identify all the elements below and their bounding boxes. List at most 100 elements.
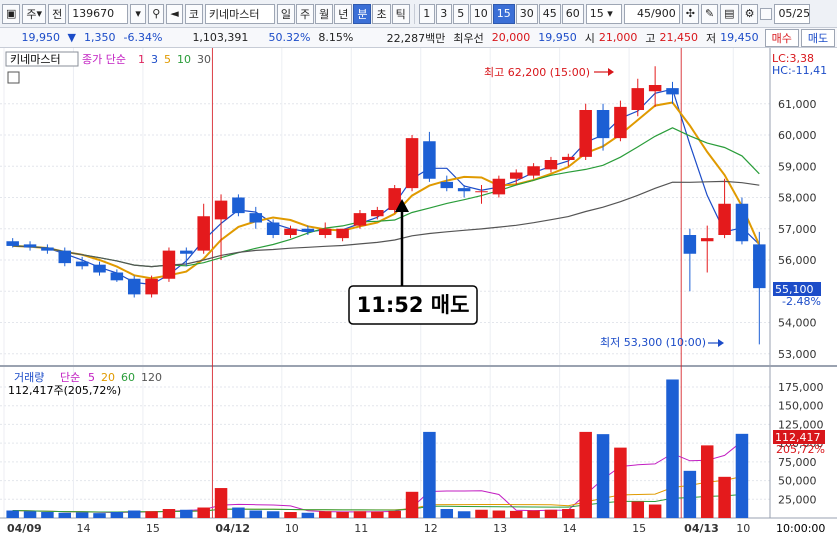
draw-icon[interactable]: ✎ xyxy=(700,3,719,24)
candle-body xyxy=(405,138,419,189)
interval-tab-15[interactable]: 15 xyxy=(492,3,515,24)
hc-label: HC:-11,41 xyxy=(772,64,827,77)
interval-tab-10[interactable]: 10 xyxy=(469,3,492,24)
bid-price: 19,950 xyxy=(538,31,577,44)
candle-body xyxy=(700,238,714,242)
volume-tick-label: 125,000 xyxy=(778,418,824,431)
high-price: 21,450 xyxy=(659,31,699,44)
interval-tabs: 1 3 5 10 15 30 45 60 xyxy=(418,3,584,24)
period-tab-6[interactable]: 틱 xyxy=(391,3,410,24)
interval-tab-30[interactable]: 30 xyxy=(515,3,538,24)
toolbar: ▣ 주 ▾ 전 139670 ▾ ⚲ ◄ 코 키네마스터 일주월년분초틱 1351… xyxy=(0,0,837,28)
price-tick-label: 59,000 xyxy=(778,160,817,173)
volume-tick-label: 25,000 xyxy=(778,493,817,506)
search-icon[interactable]: ⚲ xyxy=(148,3,165,24)
open-label: 시 xyxy=(584,31,595,45)
candle-body xyxy=(197,216,210,251)
interval-tab-1[interactable]: 1 xyxy=(418,3,435,24)
price-tick-label: 58,000 xyxy=(778,192,817,205)
candle-body xyxy=(648,85,662,92)
speaker-icon[interactable]: ◄ xyxy=(166,3,183,24)
market-select[interactable]: 주 ▾ xyxy=(22,3,47,24)
code-input[interactable]: 139670 xyxy=(68,3,129,24)
period-tab-2[interactable]: 월 xyxy=(315,3,334,24)
volume-bar xyxy=(318,511,332,518)
code-dropdown-icon[interactable]: ▾ xyxy=(130,3,147,24)
volume-bar xyxy=(6,510,19,518)
volume-bar xyxy=(353,511,367,518)
price-tag-pct: -2.48% xyxy=(782,295,821,308)
volume-bar xyxy=(41,512,54,518)
date-checkbox[interactable] xyxy=(760,7,773,20)
interval-tab-5[interactable]: 5 xyxy=(452,3,469,24)
price-tick-label: 60,000 xyxy=(778,129,817,142)
interval-tab-60[interactable]: 60 xyxy=(561,3,584,24)
price-tick-label: 54,000 xyxy=(778,317,817,330)
volume-ma-legend-5: 5 xyxy=(88,371,95,384)
time-tick-label: 04/09 xyxy=(7,522,42,535)
candle-body xyxy=(457,188,471,192)
volume-bar xyxy=(266,511,280,518)
open-price: 21,000 xyxy=(598,31,638,44)
chart-area[interactable]: 61,000 60,000 59,000 58,000 57,000 56,000 54,0… xyxy=(0,48,837,546)
candle-body xyxy=(440,181,454,189)
ma-legend-10: 10 xyxy=(177,53,191,66)
volume-bar xyxy=(562,509,575,518)
candle-body xyxy=(614,106,627,139)
sell-button[interactable]: 매도 xyxy=(800,28,836,47)
volume-ma-legend-20: 20 xyxy=(101,371,115,384)
high-label: 고 xyxy=(645,31,656,45)
volume-bar xyxy=(440,509,454,518)
volume-bar xyxy=(180,509,193,518)
high-annotation: 최고 62,200 (15:00) xyxy=(484,66,590,79)
volume-bar xyxy=(371,511,384,518)
price-value: 19,950 xyxy=(21,31,61,44)
volume-bar xyxy=(457,511,471,518)
candle-body xyxy=(110,272,124,281)
volume-tick-label: 150,000 xyxy=(778,400,824,413)
crosshair-icon[interactable]: ✣ xyxy=(681,3,699,24)
layout-icon[interactable]: ▣ xyxy=(2,3,21,24)
date-field[interactable]: 05/25 xyxy=(774,3,811,24)
candle-body xyxy=(75,261,89,267)
period-tab-4[interactable]: 분 xyxy=(353,3,372,24)
period-tab-5[interactable]: 초 xyxy=(372,3,391,24)
time-tick-label: 10 xyxy=(285,522,299,535)
period-tab-0[interactable]: 일 xyxy=(276,3,295,24)
time-tick-label: 15 xyxy=(146,522,160,535)
volume-bar xyxy=(75,512,89,518)
candle-body xyxy=(336,228,349,239)
candle-body xyxy=(423,141,436,179)
count-field[interactable]: 45/900 xyxy=(623,3,680,24)
interval-tab-3[interactable]: 3 xyxy=(435,3,452,24)
volume-bar xyxy=(214,488,228,518)
interval-tab-45[interactable]: 45 xyxy=(538,3,561,24)
time-tick-label: 15 xyxy=(632,522,646,535)
candle-body xyxy=(301,228,315,232)
candle-body xyxy=(232,197,245,214)
price-tick-label: 57,000 xyxy=(778,223,817,236)
period-tab-1[interactable]: 주 xyxy=(295,3,315,24)
gear-icon[interactable]: ⚙ xyxy=(740,3,759,24)
volume-bar xyxy=(648,504,662,518)
volume-ratio: 50.32% xyxy=(268,31,311,44)
low-price: 19,450 xyxy=(720,31,759,44)
candle-body xyxy=(509,172,523,179)
stock-name: 키네마스터 xyxy=(204,3,275,24)
candle-body xyxy=(23,244,37,248)
callout-text: 11:52 매도 xyxy=(357,293,470,317)
volume-bar xyxy=(110,512,124,518)
candle-body xyxy=(666,88,679,95)
print-icon[interactable]: ▤ xyxy=(720,3,739,24)
volume-bar xyxy=(579,431,592,518)
divider xyxy=(413,3,415,24)
period-tab-3[interactable]: 년 xyxy=(334,3,353,24)
buy-button[interactable]: 매수 xyxy=(764,28,799,47)
trade-amount: 22,287백만 xyxy=(386,31,446,45)
volume-bar xyxy=(127,510,141,518)
low-annotation: 최저 53,300 (10:00) xyxy=(600,336,706,349)
volume-bar xyxy=(614,447,627,518)
interval-select[interactable]: 15 ▾ xyxy=(585,3,622,24)
volume-bar xyxy=(93,513,106,518)
prev-button[interactable]: 전 xyxy=(48,3,67,24)
